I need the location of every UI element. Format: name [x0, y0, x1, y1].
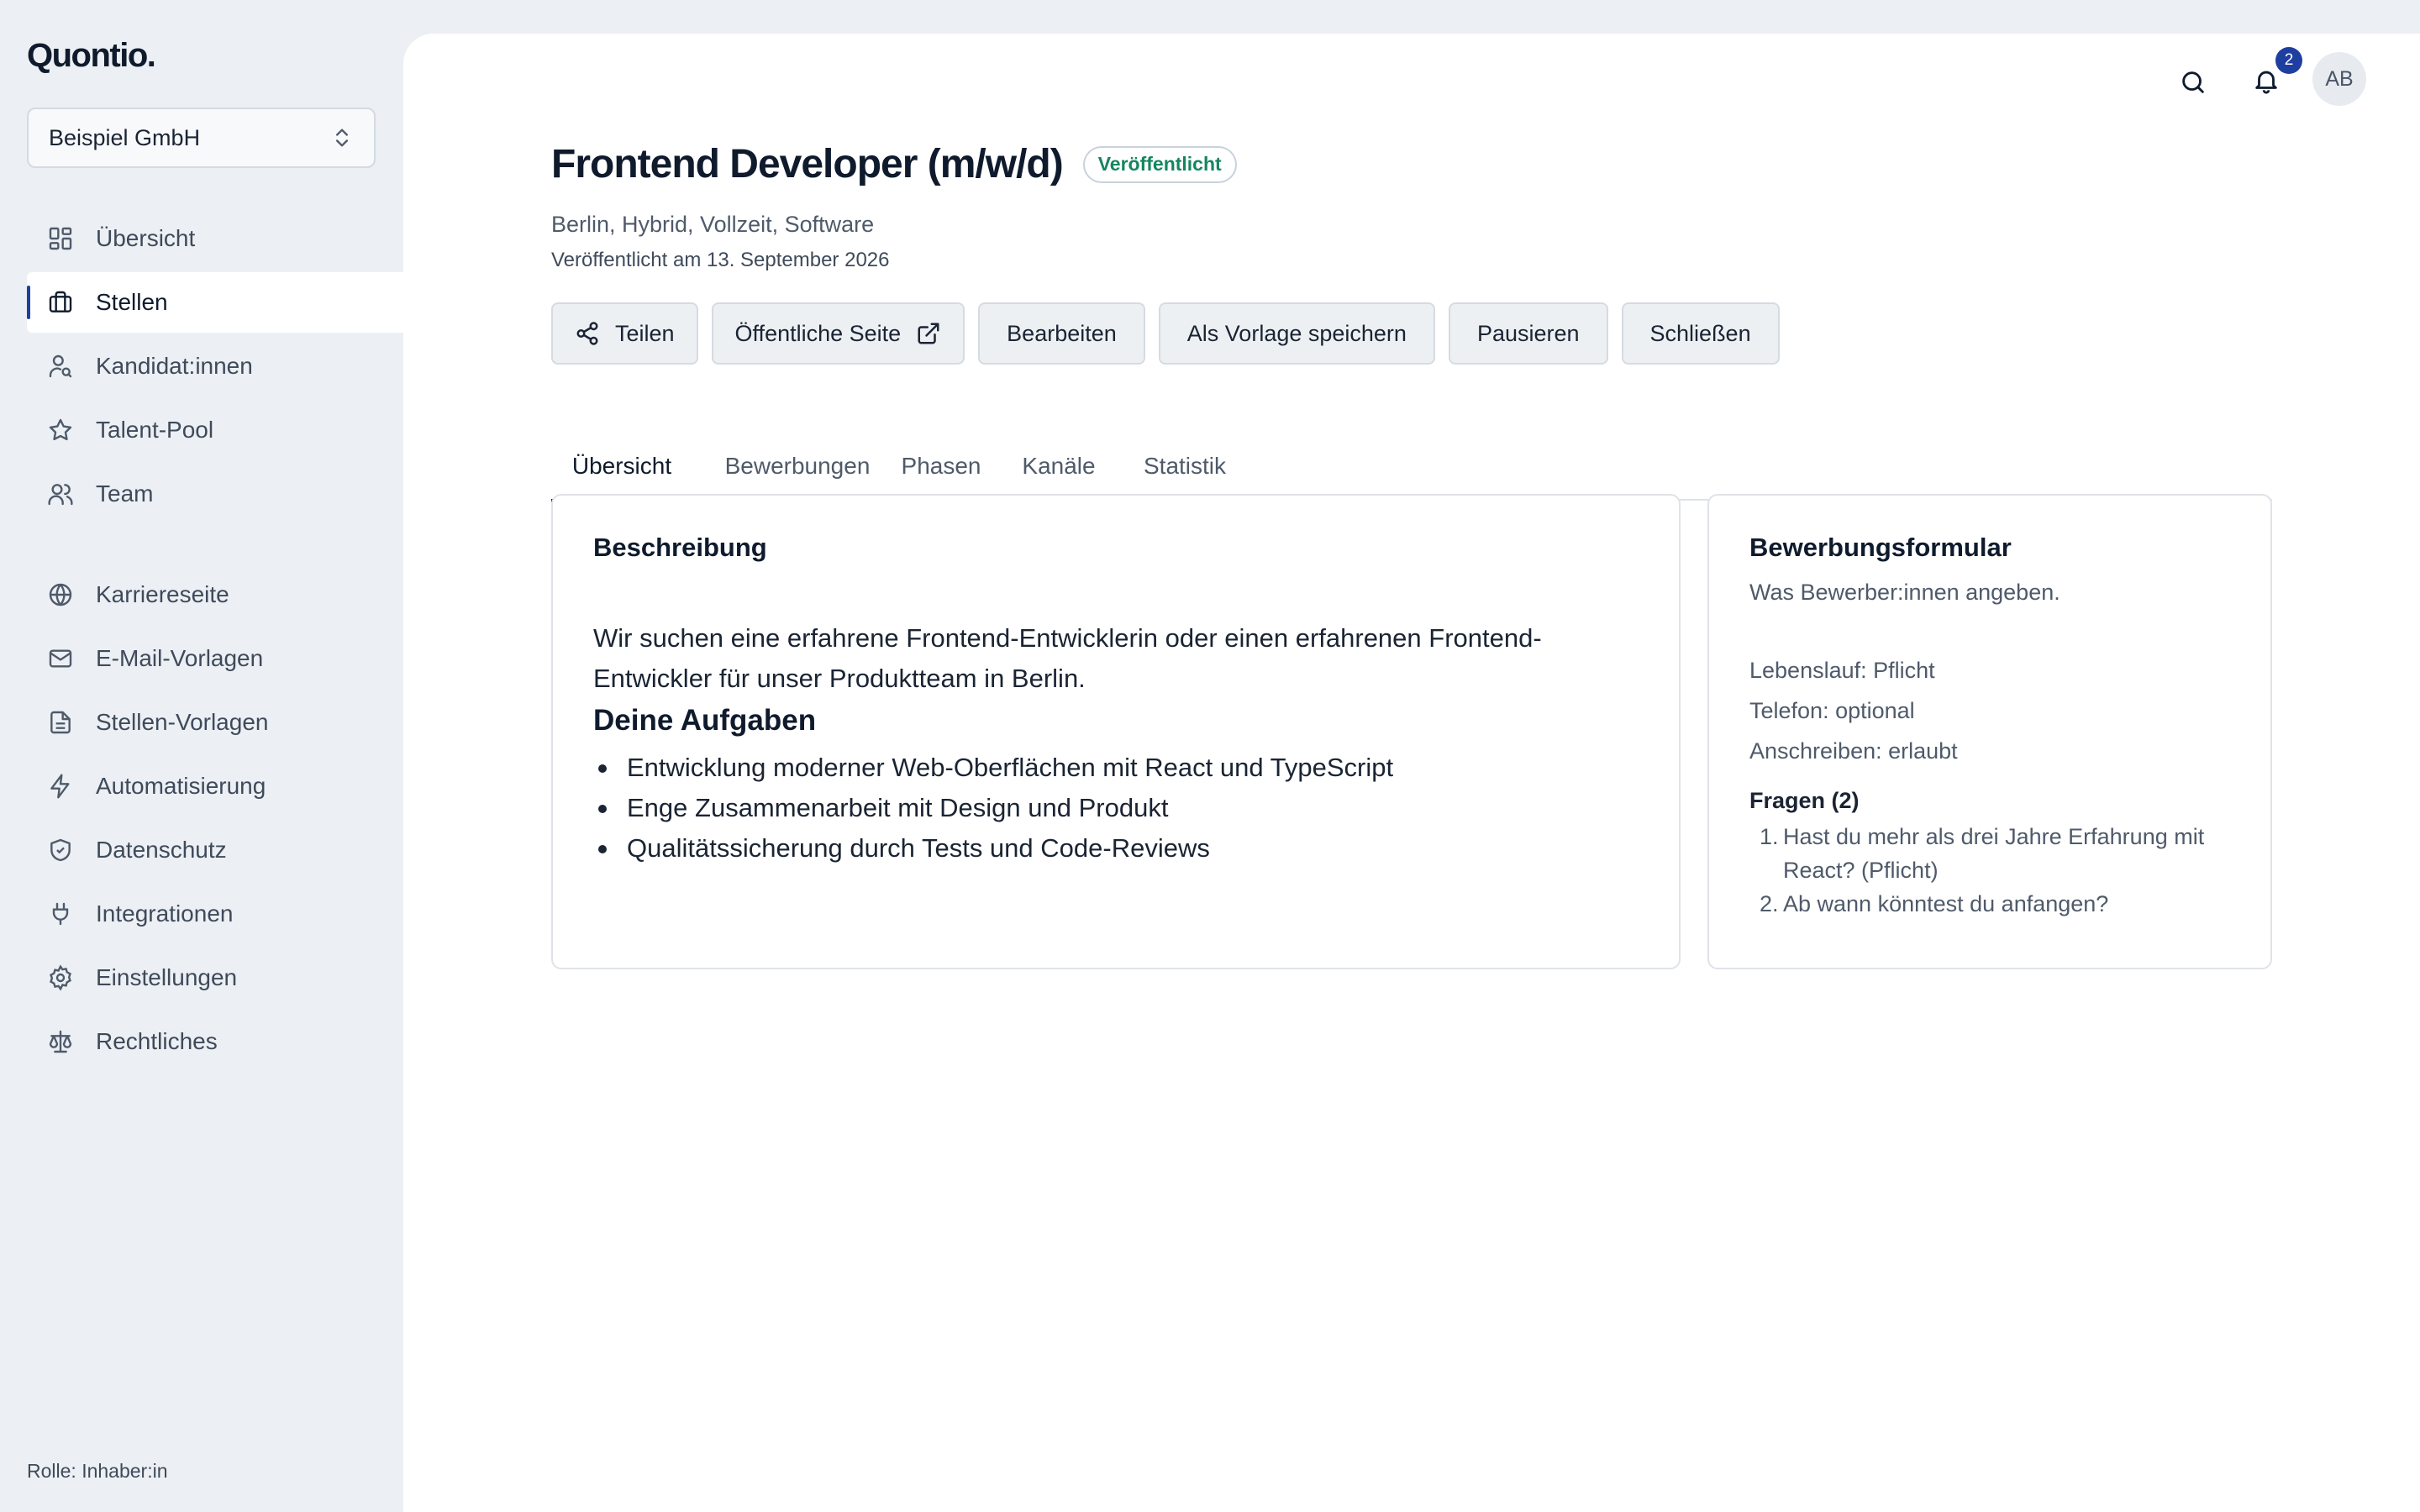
- list-item: 2. Ab wann könntest du anfangen?: [1760, 891, 2109, 916]
- form-field-cv: Lebenslauf: Pflicht: [1749, 658, 1935, 683]
- public-page-button-label: Öffentliche Seite: [734, 320, 902, 346]
- description-card: Beschreibung Wir suchen eine erfahrene F…: [551, 494, 1681, 969]
- close-job-button-label: Schließen: [1649, 320, 1751, 346]
- sidebar-item-stellen[interactable]: Stellen: [27, 272, 403, 333]
- sidebar-item-label: Talent-Pool: [96, 417, 214, 443]
- tab-statistik[interactable]: Statistik: [1131, 432, 1239, 501]
- sidebar-item-einstellungen[interactable]: Einstellungen: [27, 948, 403, 1008]
- public-page-button[interactable]: Öffentliche Seite: [711, 302, 965, 365]
- action-bar: Teilen Öffentliche Seite Bearbeiten Als …: [551, 302, 1793, 365]
- application-form-card: Bewerbungsformular Was Bewerber:innen an…: [1707, 494, 2272, 969]
- lightning-icon: [50, 774, 70, 799]
- form-subtitle: Was Bewerber:innen angeben.: [1749, 580, 2060, 605]
- sidebar-item-label: Kandidat:innen: [96, 353, 253, 379]
- sidebar: Quontio. Beispiel GmbH Übersicht Stellen…: [0, 0, 403, 1512]
- sidebar-item-label: Übersicht: [96, 225, 196, 251]
- tasks-heading: Deine Aufgaben: [593, 704, 817, 737]
- sidebar-item-label: E-Mail-Vorlagen: [96, 645, 264, 671]
- question-text: Hast du mehr als drei Jahre Erfahrung mi…: [1783, 824, 2205, 883]
- list-item: Qualitätssicherung durch Tests und Code-…: [593, 828, 1393, 869]
- share-icon: [576, 322, 598, 345]
- published-date: Veröffentlicht am 13. September 2026: [551, 249, 890, 271]
- search-button[interactable]: [2175, 64, 2212, 101]
- sidebar-item-uebersicht[interactable]: Übersicht: [27, 208, 403, 269]
- organization-label: Beispiel GmbH: [49, 124, 201, 150]
- sidebar-item-email-vorlagen[interactable]: E-Mail-Vorlagen: [27, 628, 403, 689]
- sidebar-item-label: Stellen-Vorlagen: [96, 709, 269, 735]
- sidebar-item-rechtliches[interactable]: Rechtliches: [27, 1011, 403, 1072]
- search-icon: [2182, 71, 2204, 93]
- sidebar-item-integrationen[interactable]: Integrationen: [27, 884, 403, 944]
- sidebar-item-team[interactable]: Team: [27, 464, 403, 524]
- sidebar-item-datenschutz[interactable]: Datenschutz: [27, 820, 403, 880]
- shield-check-icon: [50, 838, 71, 862]
- list-item: Enge Zusammenarbeit mit Design und Produ…: [593, 788, 1393, 828]
- bell-icon: [2255, 71, 2277, 94]
- edit-button[interactable]: Bearbeiten: [978, 302, 1145, 365]
- organization-select[interactable]: Beispiel GmbH: [27, 108, 376, 168]
- tab-kanaele[interactable]: Kanäle: [1012, 432, 1106, 501]
- pause-button[interactable]: Pausieren: [1448, 302, 1608, 365]
- chevron-updown-icon: [336, 129, 348, 147]
- edit-button-label: Bearbeiten: [1007, 320, 1117, 346]
- mail-icon: [49, 649, 72, 668]
- scale-icon: [49, 1030, 72, 1053]
- sidebar-item-stellen-vorlagen[interactable]: Stellen-Vorlagen: [27, 692, 403, 753]
- gear-icon: [50, 964, 71, 991]
- sidebar-item-label: Automatisierung: [96, 773, 266, 799]
- form-fields: Lebenslauf: Pflicht Telefon: optional An…: [1749, 650, 1958, 771]
- share-button-label: Teilen: [615, 320, 675, 346]
- sidebar-item-karriereseite[interactable]: Karriereseite: [27, 564, 403, 625]
- tab-bar: Übersicht Bewerbungen Phasen Kanäle Stat…: [551, 432, 2272, 502]
- list-item: 1. Hast du mehr als drei Jahre Erfahrung …: [1760, 824, 2205, 883]
- tab-phasen[interactable]: Phasen: [896, 432, 986, 501]
- sidebar-item-label: Integrationen: [96, 900, 234, 927]
- notification-badge: 2: [2275, 47, 2302, 74]
- questions-heading: Fragen (2): [1749, 788, 1860, 813]
- question-text: Ab wann könntest du anfangen?: [1783, 891, 2109, 916]
- description-intro: Wir suchen eine erfahrene Frontend-Entwi…: [593, 623, 1542, 693]
- dashboard-icon: [49, 227, 72, 250]
- star-icon: [49, 418, 72, 441]
- sidebar-item-automatisierung[interactable]: Automatisierung: [27, 756, 403, 816]
- sidebar-item-label: Stellen: [96, 289, 168, 315]
- close-job-button[interactable]: Schließen: [1621, 302, 1780, 365]
- form-field-cover-letter: Anschreiben: erlaubt: [1749, 738, 1958, 764]
- file-text-icon: [50, 711, 71, 734]
- form-field-phone: Telefon: optional: [1749, 698, 1915, 723]
- job-meta: Berlin, Hybrid, Vollzeit, Software: [551, 212, 875, 237]
- sidebar-item-label: Einstellungen: [96, 964, 238, 990]
- pause-button-label: Pausieren: [1476, 320, 1580, 346]
- status-badge: Veröffentlicht: [1082, 145, 1237, 183]
- sidebar-item-label: Datenschutz: [96, 837, 227, 863]
- external-link-icon: [918, 323, 939, 344]
- sidebar-item-label: Rechtliches: [96, 1028, 218, 1054]
- briefcase-icon: [49, 291, 72, 312]
- tab-bewerbungen[interactable]: Bewerbungen: [719, 432, 876, 501]
- save-as-template-button[interactable]: Als Vorlage speichern: [1158, 302, 1435, 365]
- sidebar-item-label: Team: [96, 480, 154, 507]
- form-heading: Bewerbungsformular: [1749, 533, 2012, 562]
- tab-uebersicht[interactable]: Übersicht: [551, 432, 692, 502]
- users-icon: [48, 484, 73, 506]
- title-row: Frontend Developer (m/w/d) Veröffentlich…: [551, 141, 1237, 187]
- save-as-template-button-label: Als Vorlage speichern: [1186, 320, 1407, 346]
- description-heading: Beschreibung: [593, 533, 767, 562]
- main-panel: 2 AB Frontend Developer (m/w/d) Veröffen…: [403, 34, 2420, 1512]
- sidebar-item-kandidaten[interactable]: Kandidat:innen: [27, 336, 403, 396]
- globe-icon: [49, 583, 72, 606]
- share-button[interactable]: Teilen: [551, 302, 698, 365]
- user-role: Rolle: Inhaber:in: [27, 1460, 168, 1482]
- app-logo[interactable]: Quontio.: [27, 37, 156, 75]
- sidebar-item-talent-pool[interactable]: Talent-Pool: [27, 400, 403, 460]
- list-item: Entwicklung moderner Web-Oberflächen mit…: [593, 748, 1393, 788]
- avatar[interactable]: AB: [2312, 52, 2366, 106]
- plug-icon: [52, 902, 69, 926]
- page-title: Frontend Developer (m/w/d): [551, 142, 1064, 186]
- user-search-icon: [49, 354, 72, 378]
- questions-list: 1. Hast du mehr als drei Jahre Erfahrung …: [1749, 820, 2254, 921]
- tasks-list: Entwicklung moderner Web-Oberflächen mit…: [593, 748, 1393, 869]
- sidebar-item-label: Karriereseite: [96, 581, 229, 607]
